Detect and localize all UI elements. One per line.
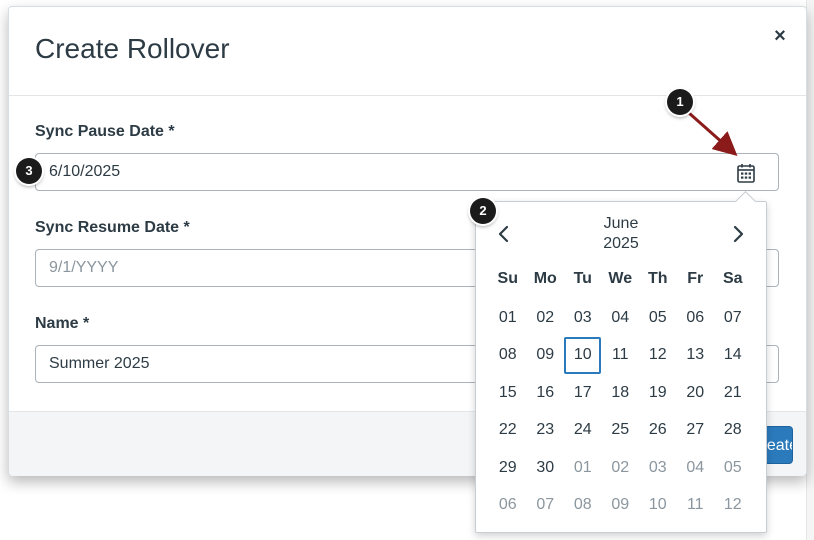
annotation-badge-2: 2 bbox=[470, 198, 496, 224]
annotation-badge-3: 3 bbox=[16, 158, 42, 184]
annotation-badge-1: 1 bbox=[667, 89, 693, 115]
annotation-arrow bbox=[688, 111, 738, 156]
